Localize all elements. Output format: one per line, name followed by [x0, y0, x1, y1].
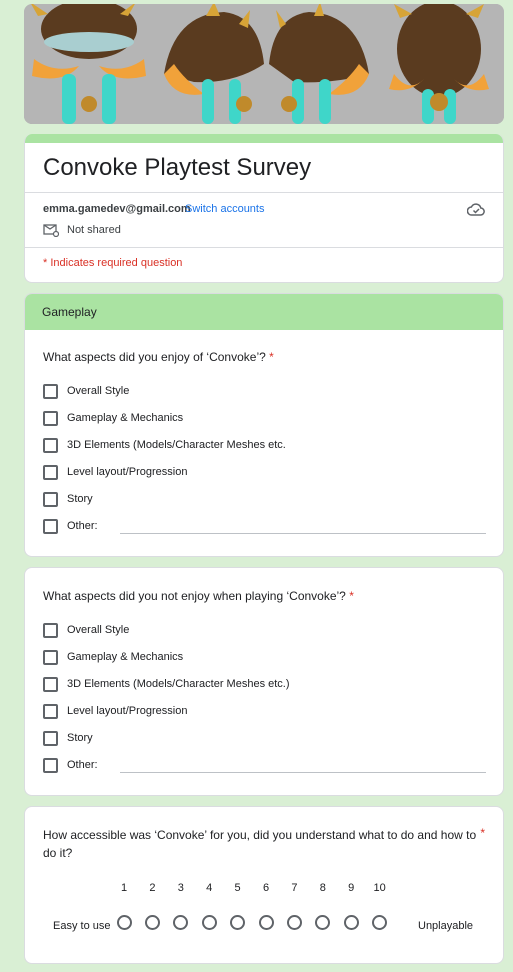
required-asterisk: * [269, 350, 274, 364]
scale-radio-2[interactable] [144, 915, 160, 930]
header-divider-2 [25, 247, 503, 248]
checkbox[interactable] [43, 437, 58, 453]
scale-radio-6[interactable] [258, 915, 274, 930]
checkbox[interactable] [43, 703, 58, 719]
question-label: How accessible was ‘Convoke’ for you, di… [43, 828, 477, 860]
section-title: Gameplay [25, 294, 503, 330]
checkbox-option-other[interactable]: Other: [43, 518, 98, 534]
option-label: Overall Style [67, 624, 130, 636]
sharing-status: Not shared [67, 224, 121, 236]
scale-number-6: 6 [262, 882, 270, 894]
form-title: Convoke Playtest Survey [43, 154, 312, 181]
checkbox-option[interactable]: Overall Style [43, 622, 129, 638]
switch-accounts-link[interactable]: Switch accounts [185, 203, 264, 215]
header-banner-image [24, 4, 504, 124]
scale-radio-1[interactable] [116, 915, 132, 930]
option-label: 3D Elements (Models/Character Meshes etc… [67, 678, 290, 690]
scale-number-5: 5 [234, 882, 241, 894]
checkbox-option[interactable]: Overall Style [43, 383, 129, 399]
checkbox[interactable] [43, 757, 58, 773]
scale-low-label: Easy to use [53, 920, 111, 932]
option-label: Other: [67, 759, 98, 771]
form-header-card: Convoke Playtest Survey emma.gamedev@gma… [24, 134, 504, 283]
required-asterisk: * [480, 826, 485, 840]
option-label: Overall Style [67, 385, 130, 397]
scale-number-10: 10 [373, 882, 386, 894]
scale-radio-9[interactable] [343, 915, 359, 930]
option-label: Story [67, 493, 93, 505]
scale-radio-7[interactable] [286, 915, 302, 930]
checkbox-option[interactable]: Story [43, 730, 93, 746]
required-note: * Indicates required question [43, 257, 183, 269]
question-text: What aspects did you enjoy of ‘Convoke’?… [43, 348, 274, 366]
checkbox-option[interactable]: Gameplay & Mechanics [43, 410, 183, 426]
scale-high-label: Unplayable [418, 920, 474, 932]
scale-number-3: 3 [177, 882, 184, 894]
scale-radio-8[interactable] [315, 915, 331, 930]
checkbox[interactable] [43, 410, 58, 426]
scale-radio-3[interactable] [173, 915, 189, 930]
form-accent-bar [25, 134, 503, 143]
option-label: Level layout/Progression [67, 705, 188, 717]
checkbox-option[interactable]: 3D Elements (Models/Character Meshes etc… [43, 437, 286, 453]
checkbox-option-other[interactable]: Other: [43, 757, 98, 773]
other-text-input[interactable] [120, 772, 486, 773]
question-label: What aspects did you enjoy of ‘Convoke’? [43, 350, 266, 364]
checkbox-option[interactable]: Gameplay & Mechanics [43, 649, 183, 665]
question-card-not-enjoy: What aspects did you not enjoy when play… [24, 567, 504, 796]
checkbox[interactable] [43, 622, 58, 638]
scale-number-9: 9 [348, 882, 355, 894]
option-label: Story [67, 732, 93, 744]
checkbox[interactable] [43, 730, 58, 746]
option-label: Gameplay & Mechanics [67, 412, 184, 424]
scale-number-1: 1 [120, 882, 128, 894]
account-email: emma.gamedev@gmail.com [43, 203, 191, 215]
scale-number-2: 2 [149, 882, 156, 894]
checkbox-option[interactable]: Story [43, 491, 93, 507]
option-label: Level layout/Progression [67, 466, 188, 478]
checkbox[interactable] [43, 518, 58, 534]
checkbox-option[interactable]: 3D Elements (Models/Character Meshes etc… [43, 676, 290, 692]
checkbox[interactable] [43, 676, 58, 692]
question-text: What aspects did you not enjoy when play… [43, 587, 354, 605]
mail-icon [43, 223, 60, 242]
checkbox[interactable] [43, 464, 58, 480]
header-divider [25, 192, 503, 193]
required-asterisk: * [349, 589, 354, 603]
other-text-input[interactable] [120, 533, 486, 534]
checkbox-option[interactable]: Level layout/Progression [43, 703, 187, 719]
checkbox[interactable] [43, 491, 58, 507]
scale-radio-5[interactable] [230, 915, 246, 930]
cloud-check-icon[interactable] [466, 203, 485, 222]
scale-radio-10[interactable] [372, 915, 388, 930]
option-label: Gameplay & Mechanics [67, 651, 184, 663]
question-label: What aspects did you not enjoy when play… [43, 589, 346, 603]
question-card-accessibility: How accessible was ‘Convoke’ for you, di… [24, 806, 504, 964]
checkbox[interactable] [43, 383, 58, 399]
scale-number-4: 4 [206, 882, 213, 894]
checkbox[interactable] [43, 649, 58, 665]
question-card-enjoy: Gameplay What aspects did you enjoy of ‘… [24, 293, 504, 557]
scale-number-7: 7 [291, 882, 298, 894]
scale-radio-4[interactable] [201, 915, 217, 930]
checkbox-option[interactable]: Level layout/Progression [43, 464, 187, 480]
option-label: Other: [67, 520, 98, 532]
scale-number-8: 8 [319, 882, 326, 894]
question-text: How accessible was ‘Convoke’ for you, di… [43, 826, 483, 862]
option-label: 3D Elements (Models/Character Meshes etc… [67, 439, 286, 451]
